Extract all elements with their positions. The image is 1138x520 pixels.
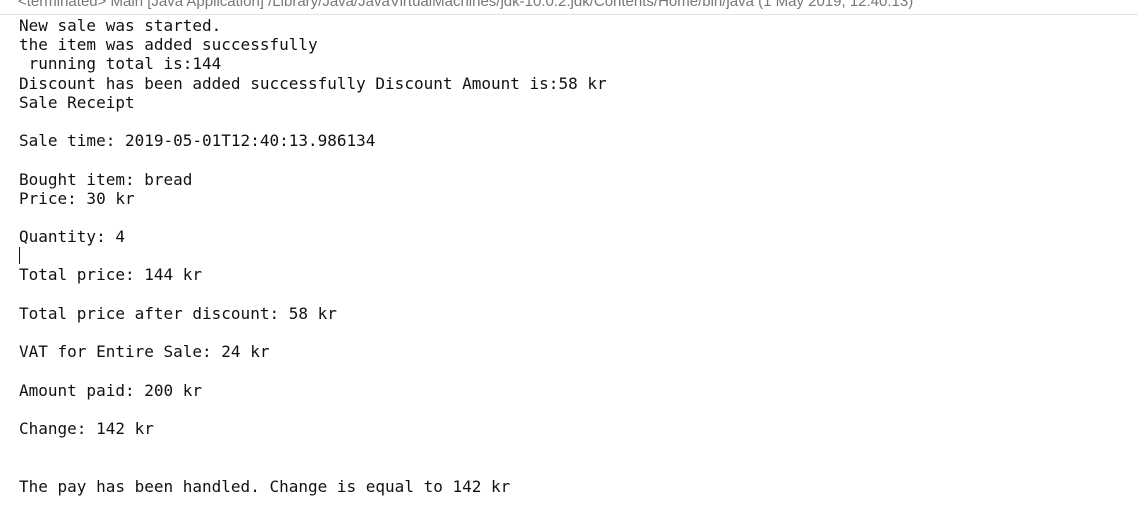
- console-line: Quantity: 4: [19, 227, 125, 247]
- console-line: Total price after discount: 58 kr: [19, 303, 337, 323]
- console-process-label: <terminated> Main [Java Application] /Li…: [18, 0, 914, 10]
- console-line: Discount has been added successfully Dis…: [19, 73, 607, 93]
- console-line: Bought item: bread: [19, 169, 193, 189]
- console-line: Sale Receipt: [19, 92, 135, 112]
- console-line: Sale time: 2019-05-01T12:40:13.986134: [19, 131, 376, 151]
- console-line: Total price: 144 kr: [19, 265, 203, 285]
- console-header: <terminated> Main [Java Application] /Li…: [0, 0, 1138, 15]
- console-line: running total is:144: [19, 54, 222, 74]
- console-line: Price: 30 kr: [19, 188, 135, 208]
- console-line: Change: 142 kr: [19, 418, 154, 438]
- text-caret: [19, 247, 20, 265]
- console-line-with-caret: [19, 246, 607, 265]
- console-output[interactable]: New sale was started. the item was added…: [19, 16, 607, 496]
- console-line: Amount paid: 200 kr: [19, 380, 203, 400]
- console-line: VAT for Entire Sale: 24 kr: [19, 342, 270, 362]
- console-line: New sale was started.: [19, 16, 222, 35]
- console-line: the item was added successfully: [19, 35, 318, 55]
- console-line: The pay has been handled. Change is equa…: [19, 476, 511, 496]
